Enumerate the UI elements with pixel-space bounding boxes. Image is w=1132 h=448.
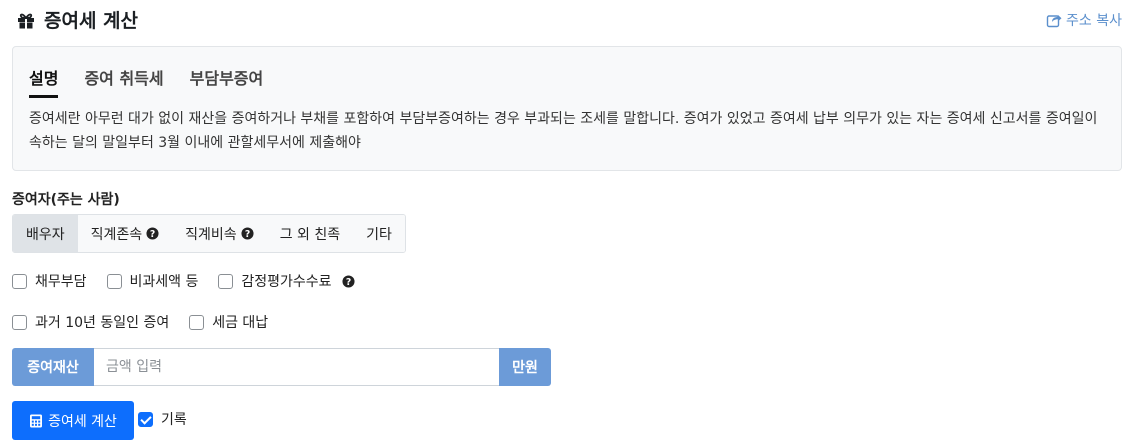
tab-burdened-gift[interactable]: 부담부증여	[190, 65, 264, 98]
checkbox-box[interactable]	[138, 411, 153, 427]
gift-asset-input-group: 증여재산 만원	[12, 348, 551, 386]
checkbox-box[interactable]	[189, 314, 205, 330]
checkbox-box[interactable]	[12, 314, 27, 330]
appraisal-fee-checkbox[interactable]: 감정평가수수료 ?	[218, 271, 355, 291]
donor-option-label: 배우자	[26, 226, 65, 243]
donor-option-label: 기타	[366, 226, 392, 243]
svg-text:?: ?	[245, 229, 250, 240]
donor-option-lineal-descendant[interactable]: 직계비속 ?	[172, 215, 267, 252]
copy-url-label: 주소 복사	[1066, 13, 1122, 29]
checkbox-label: 기록	[161, 412, 187, 428]
checkbox-label: 과거 10년 동일인 증여	[35, 315, 170, 331]
donor-option-other[interactable]: 기타	[353, 215, 405, 252]
debt-assumption-checkbox[interactable]: 채무부담	[12, 271, 87, 291]
donor-option-other-relatives[interactable]: 그 외 친족	[266, 215, 354, 252]
checkbox-box[interactable]	[218, 273, 234, 289]
donor-option-lineal-ascendant[interactable]: 직계존속 ?	[77, 215, 173, 252]
question-circle-icon[interactable]: ?	[146, 227, 159, 240]
gift-asset-prefix: 증여재산	[12, 348, 94, 386]
checkbox-box[interactable]	[106, 273, 122, 289]
svg-text:?: ?	[150, 229, 155, 240]
tax-substitute-payment-checkbox[interactable]: 세금 대납	[189, 312, 268, 332]
page-title-text: 증여세 계산	[44, 10, 139, 32]
options-row-2: 과거 10년 동일인 증여 세금 대납	[12, 312, 288, 332]
question-circle-icon[interactable]: ?	[241, 227, 254, 240]
donor-option-label: 직계비속	[185, 226, 237, 243]
calculator-icon	[30, 414, 43, 427]
share-icon	[1046, 15, 1062, 28]
tab-description[interactable]: 설명	[29, 65, 59, 98]
past-10-years-gift-checkbox[interactable]: 과거 10년 동일인 증여	[12, 312, 169, 332]
donor-option-label: 직계존속	[90, 226, 143, 243]
unit-suffix: 만원	[499, 348, 551, 386]
donor-option-label: 그 외 친족	[279, 226, 341, 243]
donor-label: 증여자(주는 사람)	[12, 192, 120, 208]
tab-gift-acquisition-tax[interactable]: 증여 취득세	[84, 65, 163, 98]
page-title: 증여세 계산	[16, 6, 138, 33]
gift-icon	[18, 13, 34, 28]
description-text: 증여세란 아무런 대가 없이 재산을 증여하거나 부채를 포함하여 부담부증여하…	[29, 111, 1098, 151]
question-circle-icon[interactable]: ?	[342, 274, 355, 288]
calculate-button-label: 증여세 계산	[48, 413, 117, 430]
checkbox-label: 채무부담	[35, 274, 87, 290]
checkbox-label: 비과세액 등	[129, 274, 199, 290]
info-card: 설명 증여 취득세 부담부증여 증여세란 아무런 대가 없이 재산을 증여하거나…	[12, 46, 1122, 171]
checkbox-box[interactable]	[12, 273, 27, 289]
info-tabs: 설명 증여 취득세 부담부증여	[29, 65, 263, 98]
copy-url-link[interactable]: 주소 복사	[1046, 10, 1122, 30]
calculate-gift-tax-button[interactable]: 증여세 계산	[12, 401, 134, 440]
donor-option-spouse[interactable]: 배우자	[13, 215, 78, 252]
gift-amount-input[interactable]	[94, 348, 499, 386]
header: 증여세 계산 주소 복사	[16, 6, 1122, 32]
record-checkbox[interactable]: 기록	[138, 409, 187, 429]
svg-text:?: ?	[345, 276, 350, 287]
non-taxable-checkbox[interactable]: 비과세액 등	[106, 271, 199, 291]
options-row-1: 채무부담 비과세액 등 감정평가수수료 ?	[12, 271, 375, 291]
checkbox-label: 세금 대납	[212, 315, 269, 331]
donor-button-group: 배우자 직계존속 ? 직계비속 ? 그 외 친족 기타	[12, 214, 406, 253]
checkbox-label: 감정평가수수료	[241, 274, 332, 290]
